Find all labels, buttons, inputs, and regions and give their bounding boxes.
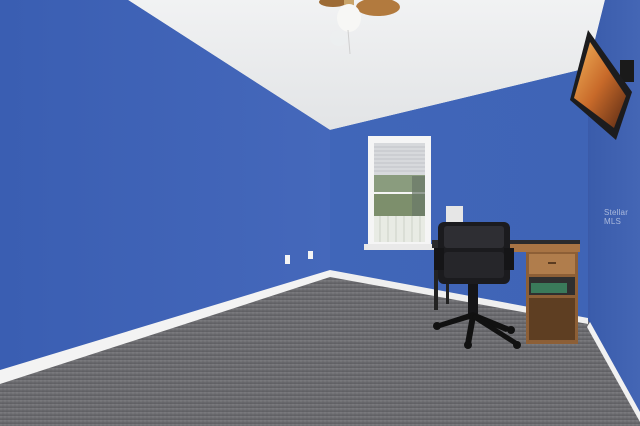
desk-speaker xyxy=(446,206,463,222)
window xyxy=(364,136,435,250)
wall-outlet-2 xyxy=(308,251,313,259)
bedroom-photo: Stellar MLS xyxy=(0,0,640,426)
wall-outlet xyxy=(285,255,290,264)
room-illustration xyxy=(0,0,640,426)
watermark-text: Stellar MLS xyxy=(604,208,629,226)
